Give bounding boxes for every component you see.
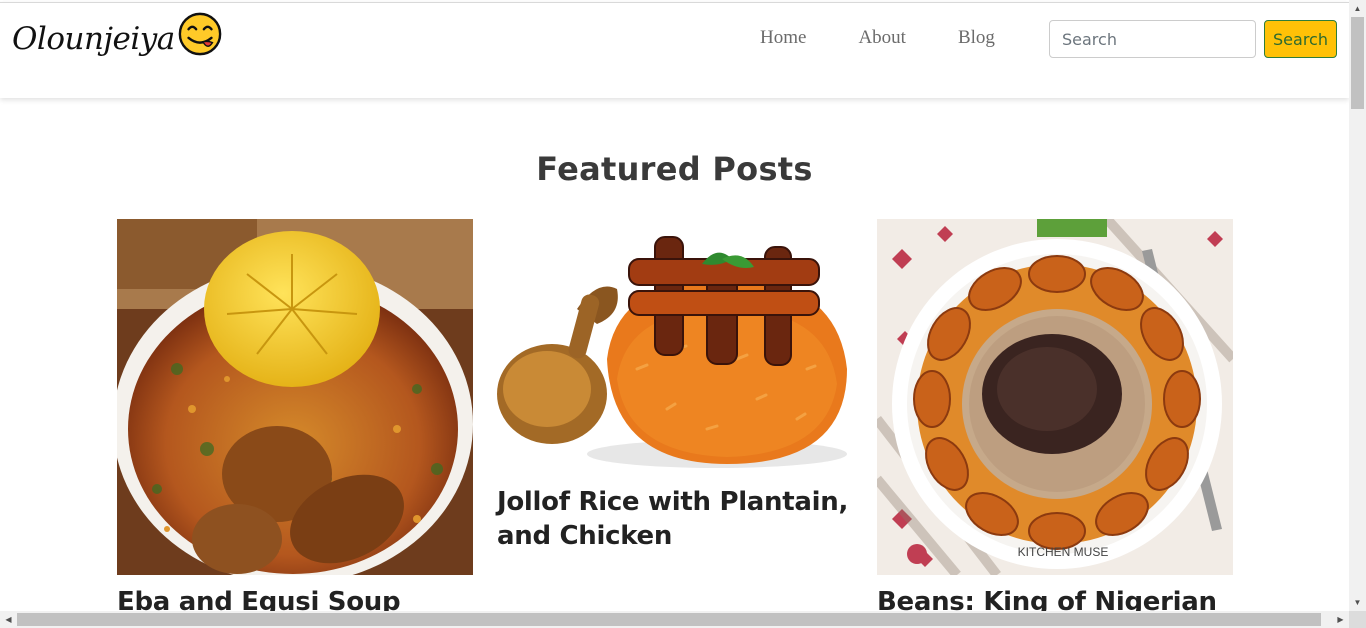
yum-face-emoji-icon — [178, 12, 222, 56]
brand-logo[interactable]: Olounjeiya — [12, 11, 223, 67]
horizontal-scrollbar[interactable]: ◀ ▶ — [0, 611, 1349, 628]
nav-link-blog[interactable]: Blog — [958, 27, 995, 49]
nav-link-about[interactable]: About — [858, 27, 906, 49]
post-title[interactable]: Eba and Egusi Soup — [117, 585, 473, 611]
scroll-right-arrow-icon[interactable]: ▶ — [1332, 611, 1349, 628]
search-button[interactable]: Search — [1264, 20, 1337, 58]
post-card[interactable]: KITCHEN MUSE Beans: King of Nigerian — [877, 219, 1233, 611]
post-card[interactable]: Eba and Egusi Soup — [117, 219, 473, 611]
post-card[interactable]: Jollof Rice with Plantain, and Chicken — [497, 219, 853, 553]
eba-egusi-photo[interactable] — [117, 219, 473, 575]
jollof-rice-photo[interactable] — [497, 219, 853, 475]
nav-links: Home About Blog — [760, 27, 1047, 49]
brand-name: Olounjeiya — [12, 21, 175, 57]
beans-plantain-photo[interactable]: KITCHEN MUSE — [877, 219, 1233, 575]
page-viewport: Olounjeiya Home About Blog Search Featur… — [0, 0, 1349, 611]
featured-posts-heading: Featured Posts — [536, 150, 813, 188]
scroll-down-arrow-icon[interactable]: ▼ — [1349, 594, 1366, 611]
post-title[interactable]: Beans: King of Nigerian — [877, 585, 1233, 611]
vertical-scroll-thumb[interactable] — [1351, 17, 1364, 109]
navbar: Olounjeiya Home About Blog Search — [0, 2, 1349, 98]
post-title[interactable]: Jollof Rice with Plantain, and Chicken — [497, 485, 853, 553]
photo-watermark: KITCHEN MUSE — [1018, 545, 1109, 559]
scrollbar-corner — [1349, 611, 1366, 628]
vertical-scrollbar[interactable]: ▲ ▼ — [1349, 0, 1366, 611]
nav-link-home[interactable]: Home — [760, 27, 806, 49]
scroll-left-arrow-icon[interactable]: ◀ — [0, 611, 17, 628]
scroll-up-arrow-icon[interactable]: ▲ — [1349, 0, 1366, 17]
horizontal-scroll-thumb[interactable] — [17, 613, 1321, 626]
search-input[interactable] — [1049, 20, 1256, 58]
